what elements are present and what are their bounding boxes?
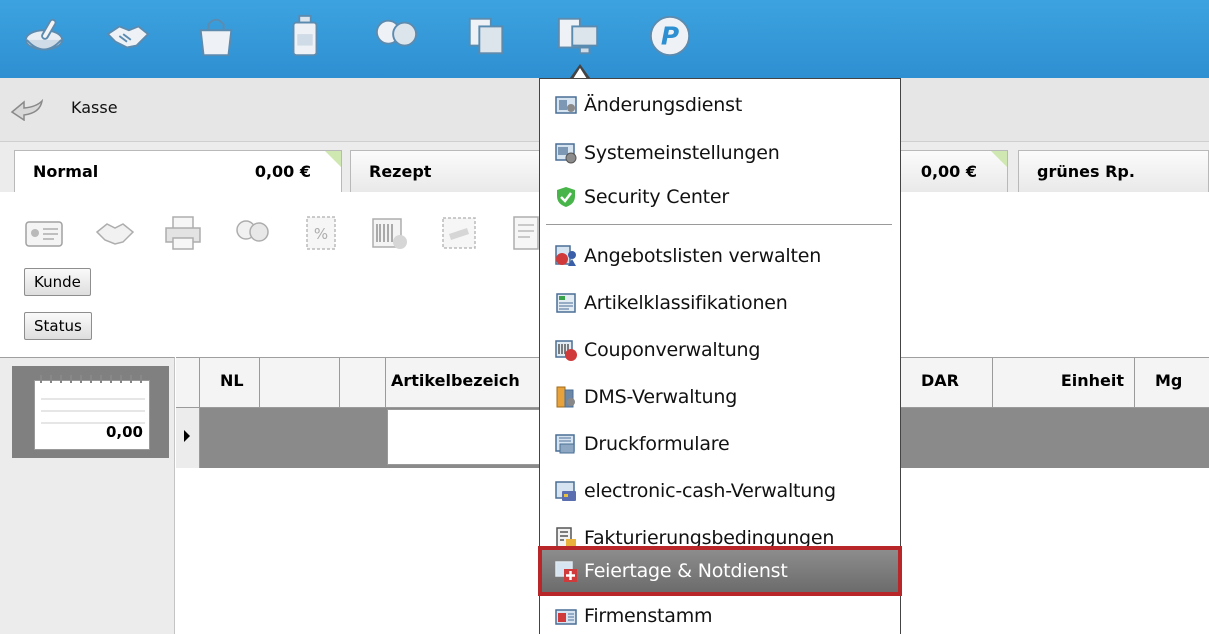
documents-icon[interactable] [463, 12, 511, 60]
coupon-icon [555, 340, 577, 361]
kunde-button[interactable]: Kunde [24, 268, 91, 296]
settings-dropdown-menu: Änderungsdienst Systemeinstellungen Secu… [538, 78, 902, 634]
tab-corner-icon [325, 151, 341, 167]
menu-item-aenderungsdienst[interactable]: Änderungsdienst [540, 85, 900, 125]
col-header-einheit[interactable]: Einheit [993, 358, 1135, 408]
menu-item-label: Artikelklassifikationen [584, 292, 788, 314]
menu-item-label: Security Center [584, 186, 730, 208]
tab-corner-icon [991, 151, 1007, 167]
menu-item-dms-verwaltung[interactable]: DMS-Verwaltung [540, 377, 900, 417]
menu-item-druckformulare[interactable]: Druckformulare [540, 424, 900, 464]
menu-item-security-center[interactable]: Security Center [540, 177, 900, 217]
article-input-cell[interactable] [387, 409, 547, 465]
computer-settings-icon[interactable] [554, 12, 602, 60]
update-service-icon [555, 96, 577, 114]
medicine-bottle-icon[interactable] [281, 12, 329, 60]
svg-text:P: P [661, 22, 679, 51]
menu-separator [546, 224, 892, 225]
handshake-icon[interactable] [95, 214, 135, 252]
shield-check-icon [557, 187, 575, 207]
people-icon[interactable] [372, 12, 420, 60]
grid-header-corner [176, 358, 200, 408]
menu-item-label: Druckformulare [584, 433, 730, 455]
printer-icon[interactable] [163, 214, 203, 252]
menu-item-label: Feiertage & Notdienst [584, 560, 788, 582]
menu-item-label: Couponverwaltung [584, 339, 761, 361]
coupon-icon[interactable] [439, 214, 479, 252]
tab-label: Normal [33, 162, 99, 181]
percent-icon[interactable]: % [301, 214, 341, 252]
bag-icon[interactable] [192, 12, 240, 60]
col-header-menge[interactable]: Mg [1135, 358, 1209, 408]
menu-item-label: Firmenstamm [584, 605, 713, 627]
offer-lists-icon [555, 245, 576, 266]
row-indicator-icon [176, 408, 200, 468]
tab-label: grünes Rp. [1037, 162, 1135, 181]
menu-item-label: Angebotslisten verwalten [584, 245, 822, 267]
menu-item-artikelklassifikationen[interactable]: Artikelklassifikationen [540, 283, 900, 323]
notepad-paper: 0,00 [34, 375, 150, 450]
notepad[interactable]: 0,00 [12, 366, 169, 458]
notepad-panel: 0,00 [0, 357, 175, 634]
billing-conditions-icon [556, 527, 576, 549]
status-button[interactable]: Status [24, 312, 92, 340]
barcode-icon[interactable] [370, 214, 410, 252]
dms-icon [556, 386, 575, 408]
tab-rezept[interactable]: Rezept [350, 150, 550, 192]
notepad-total: 0,00 [105, 423, 143, 441]
mortar-icon[interactable] [20, 12, 68, 60]
tab-amount: 0,00 € [920, 162, 977, 181]
back-arrow-icon[interactable] [10, 99, 44, 121]
menu-item-feiertage-notdienst[interactable]: Feiertage & Notdienst [538, 546, 902, 596]
col-header-dar[interactable]: DAR [901, 358, 993, 408]
company-master-icon [555, 609, 577, 625]
menu-item-label: DMS-Verwaltung [584, 386, 738, 408]
tab-normal[interactable]: Normal 0,00 € [14, 150, 342, 194]
col-header-nl[interactable]: NL [200, 358, 260, 408]
col-header-blank-1[interactable] [260, 358, 340, 408]
tab-label: Rezept [369, 162, 432, 181]
menu-item-label: electronic-cash-Verwaltung [584, 480, 836, 502]
menu-item-electronic-cash[interactable]: electronic-cash-Verwaltung [540, 471, 900, 511]
tab-amount: 0,00 € [254, 162, 311, 181]
menu-item-systemeinstellungen[interactable]: Systemeinstellungen [540, 133, 900, 173]
holiday-emergency-icon [555, 561, 577, 582]
main-toolbar: P [0, 0, 1209, 78]
menu-item-label: Fakturierungsbedingungen [584, 527, 835, 549]
tab-gruenes-rp[interactable]: grünes Rp. [1018, 150, 1209, 192]
handshake-icon[interactable] [103, 12, 151, 60]
menu-item-angebotslisten[interactable]: Angebotslisten verwalten [540, 236, 900, 276]
system-settings-icon [555, 143, 577, 164]
pharmacy-p-icon[interactable]: P [646, 12, 694, 60]
menu-item-couponverwaltung[interactable]: Couponverwaltung [540, 330, 900, 370]
breadcrumb-label: Kasse [71, 98, 118, 117]
menu-item-label: Änderungsdienst [584, 94, 743, 116]
id-card-icon[interactable] [24, 214, 64, 252]
print-forms-icon [555, 434, 575, 454]
menu-item-firmenstamm[interactable]: Firmenstamm [540, 596, 900, 634]
col-header-blank-2[interactable] [340, 358, 386, 408]
article-classification-icon [556, 293, 576, 313]
electronic-cash-icon [555, 481, 576, 501]
menu-item-label: Systemeinstellungen [584, 142, 780, 164]
customers-icon[interactable] [232, 214, 272, 252]
svg-text:%: % [314, 225, 328, 243]
